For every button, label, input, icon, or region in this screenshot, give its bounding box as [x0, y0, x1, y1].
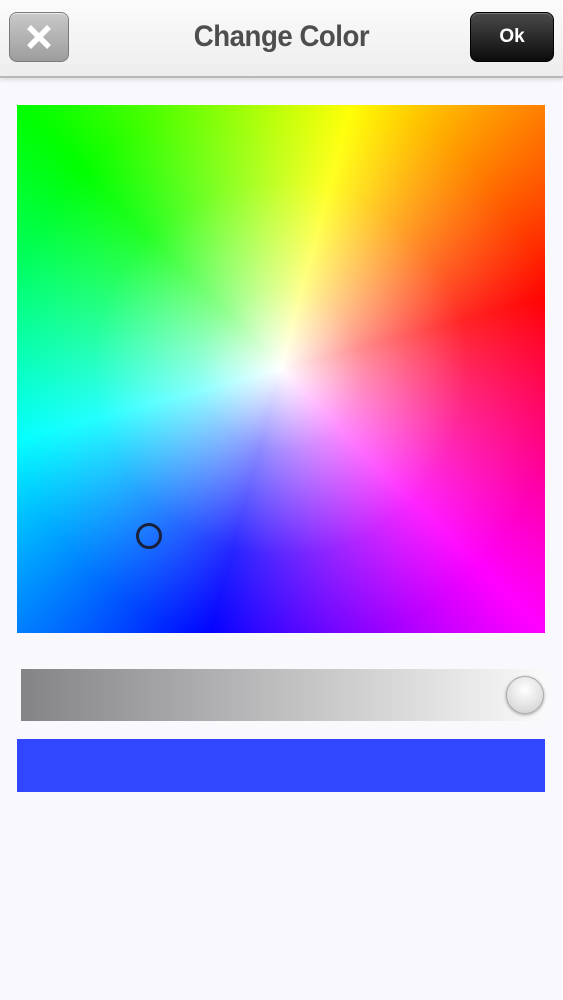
saturation-gradient [17, 105, 545, 633]
page-title: Change Color [193, 20, 370, 53]
color-picker-cursor[interactable] [136, 523, 162, 549]
brightness-slider-knob[interactable] [506, 676, 544, 714]
color-picker-area[interactable] [17, 105, 545, 633]
ok-button[interactable]: Ok [470, 12, 554, 62]
selected-color-preview [17, 739, 545, 792]
navigation-bar: Change Color Ok [0, 0, 563, 78]
brightness-slider-track[interactable] [21, 669, 545, 721]
change-color-screen: Change Color Ok [0, 0, 563, 1000]
